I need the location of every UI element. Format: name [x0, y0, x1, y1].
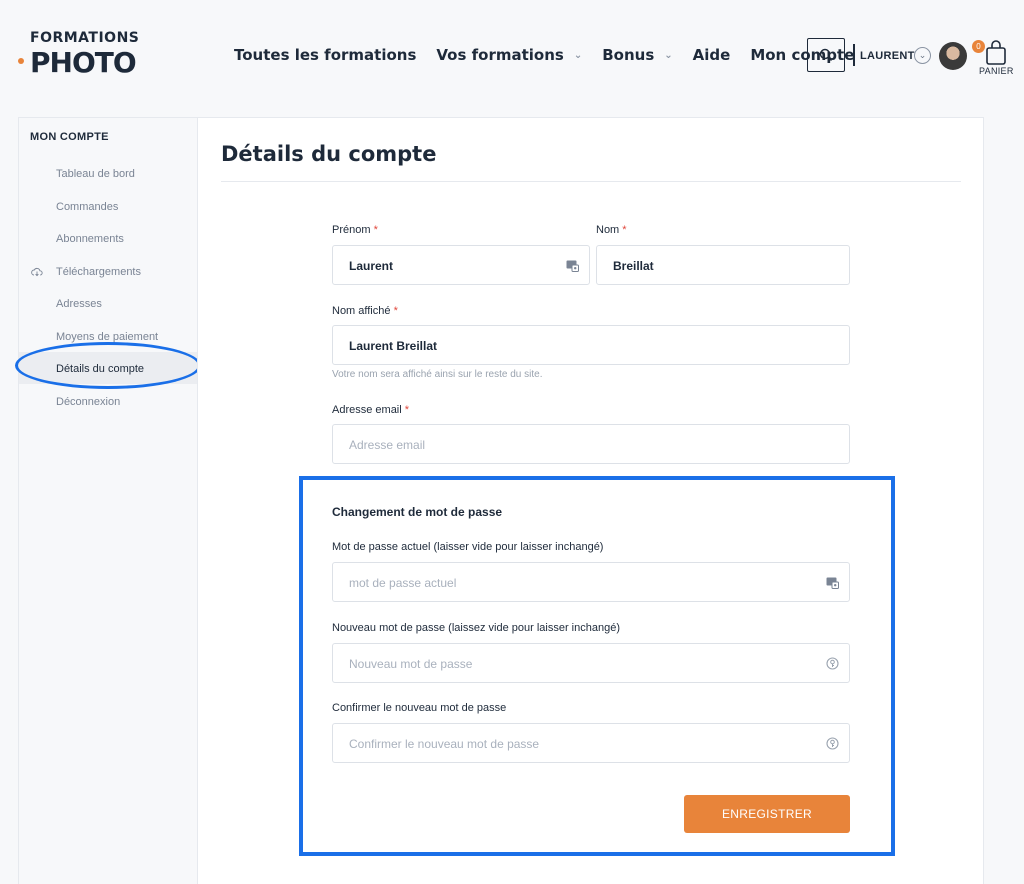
confirm-password-field[interactable]: Confirmer le nouveau mot de passe	[332, 723, 850, 763]
new-password-field[interactable]: Nouveau mot de passe	[332, 643, 850, 683]
label-text: Nom	[596, 224, 620, 236]
nav-label: Bonus	[602, 46, 655, 64]
cloud-download-icon	[31, 267, 43, 277]
key-icon[interactable]	[826, 737, 839, 750]
sidebar-item-commandes[interactable]: Commandes	[56, 201, 118, 213]
logo-bottom-text: PHOTO	[30, 46, 137, 79]
label-text: Adresse email	[332, 404, 402, 416]
sidebar-item-telechargements[interactable]: Téléchargements	[56, 266, 141, 278]
highlight-annotation-ellipse	[15, 342, 201, 389]
label-text: Prénom	[332, 224, 371, 236]
required-mark: *	[373, 224, 378, 236]
title-divider	[221, 181, 961, 182]
main-nav: Toutes les formations Vos formations ⌄ Bo…	[234, 46, 874, 64]
chevron-down-icon: ⌄	[664, 49, 673, 61]
label-text: Nom affiché	[332, 305, 391, 317]
password-section-title: Changement de mot de passe	[332, 505, 503, 519]
sidebar-item-deconnexion[interactable]: Déconnexion	[56, 396, 120, 408]
search-button[interactable]	[807, 38, 845, 72]
current-password-field[interactable]: mot de passe actuel	[332, 562, 850, 602]
nav-label: Aide	[692, 46, 731, 64]
shopping-bag-icon[interactable]	[984, 40, 1008, 66]
password-manager-icon[interactable]	[566, 259, 579, 272]
last-name-label: Nom *	[596, 224, 627, 236]
save-button[interactable]: ENREGISTRER	[684, 795, 850, 833]
sidebar-item-adresses[interactable]: Adresses	[56, 298, 102, 310]
search-icon	[819, 48, 832, 61]
nav-label: Toutes les formations	[234, 46, 417, 64]
logo-dot	[18, 58, 24, 64]
first-name-value: Laurent	[349, 259, 394, 273]
nav-item-aide[interactable]: Aide	[693, 46, 731, 64]
header-divider	[853, 44, 855, 66]
required-mark: *	[393, 305, 398, 317]
account-sidebar: MON COMPTE Tableau de bord Commandes Abo…	[18, 117, 198, 884]
chevron-down-icon: ⌄	[573, 49, 583, 61]
required-mark: *	[404, 404, 410, 416]
current-password-label: Mot de passe actuel (laisser vide pour l…	[332, 541, 604, 553]
new-password-placeholder: Nouveau mot de passe	[349, 657, 473, 671]
cart-label[interactable]: PANIER	[979, 66, 1014, 76]
password-manager-icon[interactable]	[826, 576, 839, 589]
email-label: Adresse email *	[332, 404, 409, 416]
avatar[interactable]	[939, 42, 967, 70]
display-name-label: Nom affiché *	[332, 305, 398, 317]
display-name-value: Laurent Breillat	[349, 339, 438, 353]
main-content: Détails du compte Prénom * Laurent Nom *…	[197, 117, 984, 884]
page-title: Détails du compte	[221, 142, 437, 166]
last-name-value: Breillat	[613, 259, 654, 273]
required-mark: *	[622, 224, 627, 236]
site-header: FORMATIONS PHOTO Toutes les formations V…	[0, 0, 1024, 110]
sidebar-item-abonnements[interactable]: Abonnements	[56, 233, 124, 245]
confirm-password-placeholder: Confirmer le nouveau mot de passe	[349, 737, 540, 751]
nav-item-bonus[interactable]: Bonus ⌄	[602, 46, 672, 64]
site-logo[interactable]: FORMATIONS PHOTO	[18, 30, 168, 80]
user-name[interactable]: LAURENT	[860, 50, 915, 62]
email-placeholder: Adresse email	[349, 438, 426, 452]
logo-top-text: FORMATIONS	[30, 30, 140, 46]
key-icon[interactable]	[826, 657, 839, 670]
new-password-label: Nouveau mot de passe (laissez vide pour …	[332, 622, 620, 634]
current-password-placeholder: mot de passe actuel	[349, 576, 457, 590]
first-name-label: Prénom *	[332, 224, 378, 236]
nav-item-vos-formations[interactable]: Vos formations ⌄	[436, 46, 582, 64]
nav-item-toutes-les-formations[interactable]: Toutes les formations	[234, 46, 416, 64]
email-field[interactable]: Adresse email	[332, 424, 850, 464]
confirm-password-label: Confirmer le nouveau mot de passe	[332, 702, 507, 714]
first-name-field[interactable]: Laurent	[332, 245, 590, 285]
user-menu-chevron-icon[interactable]: ⌄	[914, 47, 931, 64]
sidebar-title: MON COMPTE	[30, 131, 109, 143]
sidebar-item-tableau-de-bord[interactable]: Tableau de bord	[56, 168, 135, 180]
nav-label: Vos formations	[436, 46, 564, 64]
last-name-field[interactable]: Breillat	[596, 245, 850, 285]
display-name-hint: Votre nom sera affiché ainsi sur le rest…	[332, 369, 543, 380]
display-name-field[interactable]: Laurent Breillat	[332, 325, 850, 365]
